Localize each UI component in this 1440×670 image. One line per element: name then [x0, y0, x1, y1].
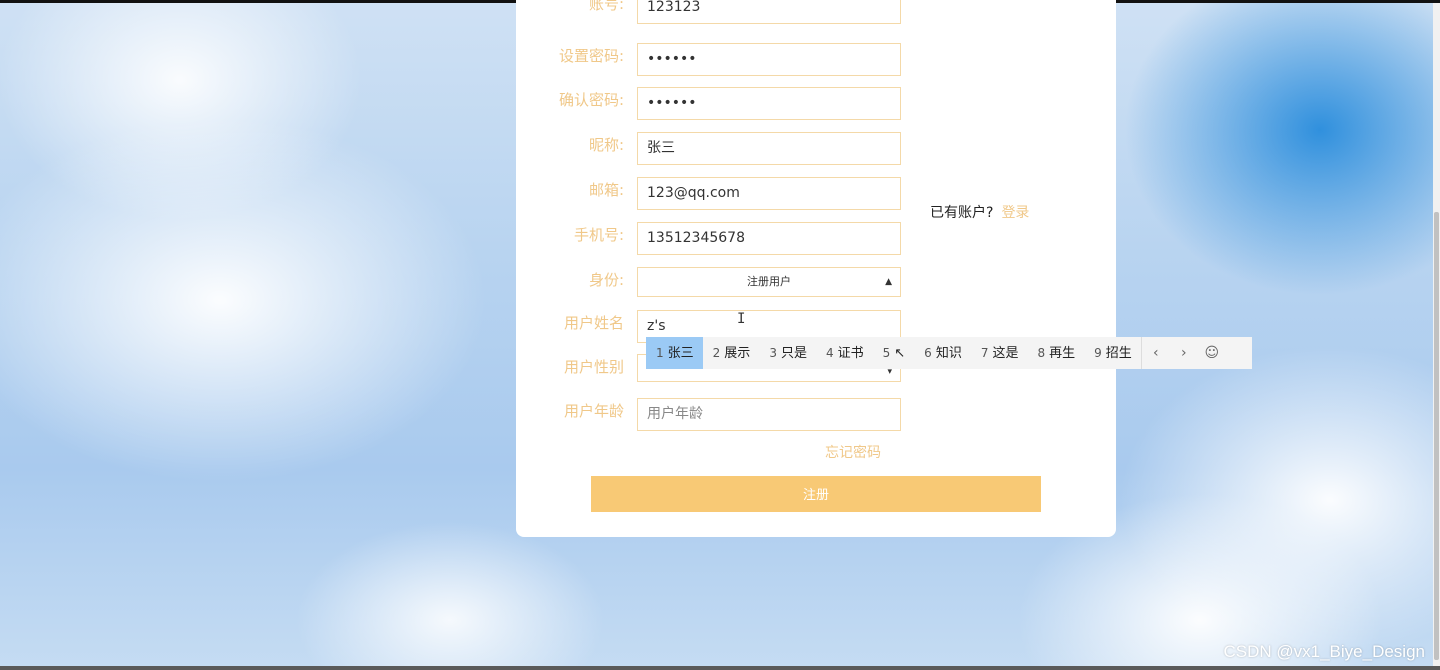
window-bottom-border [0, 666, 1440, 670]
email-label: 邮箱: [588, 181, 624, 199]
login-hint-text: 已有账户? [930, 205, 994, 221]
confirm-password-label: 确认密码: [558, 91, 624, 109]
phone-input[interactable]: 13512345678 [637, 222, 901, 255]
ime-candidate-bar: 1 张三 2 展示 3 只是 4 证书 5 ↖ 6 知识 7 这是 8 再生 9 招生 ‹ › ☺ [646, 337, 1252, 369]
ime-candidate[interactable]: 6 知识 [914, 337, 971, 369]
nickname-row: 昵称: 张三 [516, 132, 1116, 166]
chevron-right-icon[interactable]: › [1170, 337, 1198, 369]
phone-row: 手机号: 13512345678 [516, 222, 1116, 256]
ime-candidate[interactable]: 4 证书 [816, 337, 873, 369]
nickname-label: 昵称: [588, 136, 624, 154]
chevron-left-icon[interactable]: ‹ [1142, 337, 1170, 369]
password-row: 设置密码: •••••• [516, 43, 1116, 77]
forgot-password-link[interactable]: 忘记密码 [825, 442, 881, 462]
ime-candidate[interactable]: 3 只是 [759, 337, 816, 369]
emoji-icon[interactable]: ☺ [1198, 337, 1226, 369]
ime-candidate[interactable]: 8 再生 [1027, 337, 1084, 369]
nickname-input[interactable]: 张三 [637, 132, 901, 165]
password-label: 设置密码: [558, 47, 624, 65]
confirm-password-row: 确认密码: •••••• [516, 87, 1116, 121]
account-label: 账号: [588, 0, 624, 13]
age-input[interactable]: 用户年龄 [637, 398, 901, 431]
ime-candidate[interactable]: 7 这是 [971, 337, 1028, 369]
age-row: 用户年龄 用户年龄 [516, 398, 1116, 432]
account-row: 账号: 123123 [516, 0, 1116, 34]
text-cursor-icon: I [737, 311, 746, 327]
ime-candidate[interactable]: 2 展示 [703, 337, 760, 369]
identity-select[interactable]: 注册用户 ▲ [637, 267, 901, 297]
login-hint: 已有账户? 登录 [930, 202, 1029, 222]
ime-candidate[interactable]: 5 ↖ [873, 337, 915, 369]
email-input[interactable]: 123@qq.com [637, 177, 901, 210]
gender-label: 用户性别 [563, 358, 624, 376]
watermark: CSDN @vx1_Biye_Design [1223, 642, 1425, 661]
ime-candidate[interactable]: 9 招生 [1084, 337, 1141, 369]
scrollbar-thumb[interactable] [1434, 212, 1439, 660]
identity-row: 身份: 注册用户 ▲ [516, 267, 1116, 301]
identity-selected-value: 注册用户 [747, 275, 791, 288]
ime-candidate[interactable]: 1 张三 [646, 337, 703, 369]
login-link[interactable]: 登录 [1001, 205, 1029, 221]
register-button[interactable]: 注册 [591, 476, 1041, 512]
password-input[interactable]: •••••• [637, 43, 901, 76]
identity-label: 身份: [588, 271, 624, 289]
select-arrows-icon: ▲ [885, 277, 892, 287]
phone-label: 手机号: [573, 226, 624, 244]
age-label: 用户年龄 [563, 402, 624, 420]
account-input[interactable]: 123123 [637, 0, 901, 24]
register-card: 账号: 123123 设置密码: •••••• 确认密码: •••••• 昵称:… [516, 0, 1116, 537]
username-label: 用户姓名 [563, 314, 624, 332]
confirm-password-input[interactable]: •••••• [637, 87, 901, 120]
